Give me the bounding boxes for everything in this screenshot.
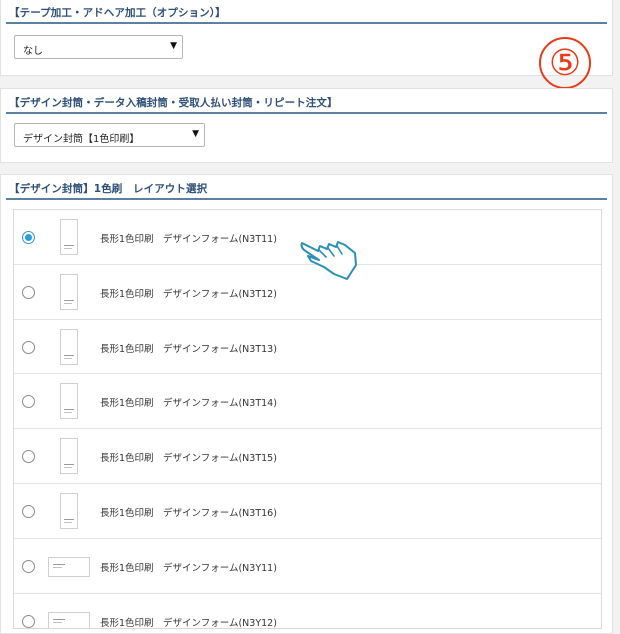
- layout-option-label: 長形1色印刷 デザインフォーム(N3T15): [100, 453, 277, 465]
- layout-select-title: 【デザイン封筒】1色刷 レイアウト選択: [6, 181, 607, 200]
- envelope-thumbnail: [60, 328, 78, 365]
- layout-option-label: 長形1色印刷 デザインフォーム(N3T13): [100, 343, 277, 355]
- layout-radio-n3t15[interactable]: [22, 450, 35, 464]
- envelope-type-select[interactable]: デザイン封筒【1色印刷】 ▼: [14, 123, 205, 147]
- layout-radio-n3y12[interactable]: [22, 614, 35, 628]
- layout-option-label: 長形1色印刷 デザインフォーム(N3T16): [100, 507, 277, 519]
- envelope-thumbnail: [60, 273, 78, 310]
- envelope-thumbnail: [60, 438, 78, 475]
- layout-option-label: 長形1色印刷 デザインフォーム(N3Y12): [100, 617, 277, 629]
- step-number-marker: ⑤: [539, 37, 591, 89]
- layout-option-row[interactable]: 長形1色印刷 デザインフォーム(N3T13): [14, 320, 601, 375]
- tape-option-panel: 【テープ加工・アドヘア加工（オプション）】 なし ▼: [0, 0, 613, 76]
- layout-radio-n3y11[interactable]: [22, 559, 35, 573]
- envelope-thumbnail: [60, 219, 78, 255]
- tape-option-title: 【テープ加工・アドヘア加工（オプション）】: [6, 5, 607, 24]
- layout-radio-n3t11[interactable]: [22, 231, 35, 244]
- tape-option-value: なし: [23, 46, 43, 57]
- envelope-thumbnail: [48, 611, 90, 628]
- envelope-thumbnail: [60, 492, 78, 529]
- layout-option-row[interactable]: 長形1色印刷 デザインフォーム(N3T14): [14, 374, 601, 430]
- caret-down-icon: ▼: [170, 41, 177, 51]
- envelope-type-title: 【デザイン封筒・データ入稿封筒・受取人払い封筒・リピート注文】: [6, 95, 607, 114]
- layout-option-row[interactable]: 長形1色印刷 デザインフォーム(N3T15): [14, 429, 601, 484]
- envelope-thumbnail: [60, 383, 78, 420]
- layout-option-label: 長形1色印刷 デザインフォーム(N3T14): [100, 398, 277, 410]
- layout-radio-n3t14[interactable]: [22, 395, 35, 409]
- envelope-type-value: デザイン封筒【1色印刷】: [23, 134, 140, 145]
- layout-option-label: 長形1色印刷 デザインフォーム(N3T11): [100, 234, 277, 245]
- tape-option-select[interactable]: なし ▼: [14, 35, 183, 59]
- layout-option-row[interactable]: 長形1色印刷 デザインフォーム(N3T16): [14, 484, 601, 539]
- layout-option-label: 長形1色印刷 デザインフォーム(N3Y11): [100, 562, 277, 574]
- layout-option-row[interactable]: 長形1色印刷 デザインフォーム(N3Y11): [14, 539, 601, 594]
- envelope-type-panel: 【デザイン封筒・データ入稿封筒・受取人払い封筒・リピート注文】 デザイン封筒【1…: [0, 88, 613, 163]
- pointing-hand-cursor-icon: [300, 241, 357, 280]
- caret-down-icon: ▼: [192, 129, 199, 139]
- layout-radio-n3t16[interactable]: [22, 504, 35, 518]
- layout-radio-n3t13[interactable]: [22, 340, 35, 354]
- envelope-thumbnail: [48, 556, 90, 577]
- layout-option-row[interactable]: 長形1色印刷 デザインフォーム(N3Y12): [14, 594, 601, 629]
- layout-option-label: 長形1色印刷 デザインフォーム(N3T12): [100, 288, 277, 300]
- layout-radio-n3t12[interactable]: [22, 285, 35, 299]
